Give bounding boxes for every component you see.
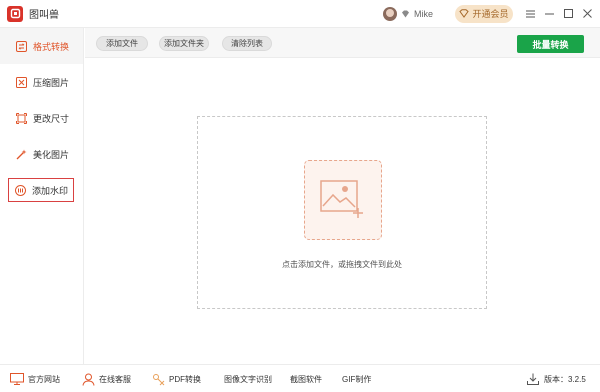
official-website-label: 官方网站 (28, 374, 60, 384)
monitor-icon (10, 372, 24, 386)
resize-icon (16, 112, 27, 124)
sidebar: 格式转换 压缩图片 更改尺寸 美化图片 添加水印 (0, 28, 84, 364)
sidebar-item-label: 格式转换 (33, 41, 70, 52)
toolbar: 添加文件 添加文件夹 清除列表 批量转换 (85, 28, 600, 58)
drop-hint: 点击添加文件，或拖拽文件到此处 (282, 260, 402, 269)
add-image-area[interactable] (304, 160, 382, 240)
pdf-tool-icon (151, 372, 165, 386)
avatar[interactable] (382, 6, 397, 21)
footer: 官方网站 在线客服 PDF转换 图像文字识别 截图软件 GIF制作 版本：3.2… (0, 364, 600, 392)
close-icon[interactable] (578, 5, 596, 23)
add-image-icon (320, 180, 363, 218)
sidebar-item-label: 更改尺寸 (33, 113, 70, 124)
app-title: 图叫兽 (29, 10, 59, 21)
ocr-link[interactable]: 图像文字识别 (224, 365, 272, 392)
compress-icon (16, 76, 27, 88)
title-bar: 图叫兽 Mike 开通会员 (0, 0, 600, 28)
open-vip-label: 开通会员 (472, 9, 509, 19)
sidebar-item-format-convert[interactable]: 格式转换 (0, 28, 83, 64)
beautify-icon (16, 149, 27, 160)
maximize-icon[interactable] (559, 5, 577, 23)
sidebar-item-compress[interactable]: 压缩图片 (0, 64, 83, 100)
app-logo-icon (7, 5, 23, 22)
download-icon (526, 372, 540, 386)
minimize-icon[interactable] (540, 5, 558, 23)
sidebar-item-resize[interactable]: 更改尺寸 (0, 100, 83, 136)
menu-icon[interactable] (521, 5, 539, 23)
open-vip-button[interactable]: 开通会员 (455, 4, 513, 23)
add-folder-button[interactable]: 添加文件夹 (159, 36, 209, 51)
support-person-icon (81, 372, 95, 386)
vip-diamond-icon (401, 9, 411, 19)
format-convert-icon (16, 40, 27, 52)
version-info: 版本：3.2.5 (526, 365, 586, 392)
batch-convert-button[interactable]: 批量转换 (517, 35, 584, 53)
watermark-icon (15, 184, 26, 196)
vip-crown-icon (459, 9, 470, 18)
sidebar-item-label: 美化图片 (33, 149, 70, 160)
gif-maker-link[interactable]: GIF制作 (342, 365, 371, 392)
screenshot-software-link[interactable]: 截图软件 (290, 365, 322, 392)
online-support-label: 在线客服 (99, 374, 131, 384)
official-website-link[interactable]: 官方网站 (10, 365, 60, 392)
sidebar-item-watermark[interactable]: 添加水印 (8, 178, 74, 202)
sidebar-item-beautify[interactable]: 美化图片 (0, 136, 83, 172)
version-label: 版本：3.2.5 (544, 374, 586, 384)
drop-zone[interactable]: 点击添加文件，或拖拽文件到此处 (197, 116, 487, 309)
pdf-convert-link[interactable]: PDF转换 (151, 365, 201, 392)
online-support-link[interactable]: 在线客服 (81, 365, 131, 392)
sidebar-item-label: 添加水印 (32, 185, 69, 196)
sidebar-item-label: 压缩图片 (33, 77, 70, 88)
username[interactable]: Mike (414, 9, 433, 19)
pdf-convert-label: PDF转换 (169, 374, 201, 384)
add-file-button[interactable]: 添加文件 (96, 36, 148, 51)
clear-list-button[interactable]: 清除列表 (222, 36, 272, 51)
